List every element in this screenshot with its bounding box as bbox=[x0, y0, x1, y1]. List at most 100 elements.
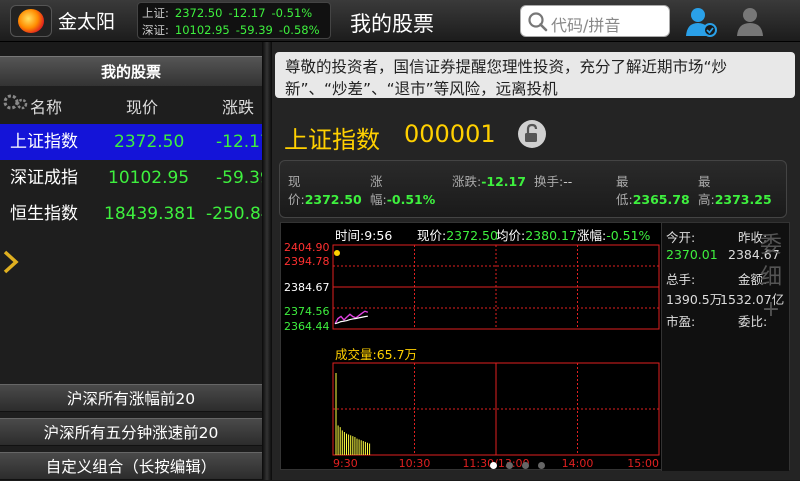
index-row-sz: 深证: 10102.95 -59.39 -0.58% bbox=[142, 22, 326, 38]
page-dot[interactable] bbox=[522, 462, 529, 469]
stock-row-change: -59.39 bbox=[216, 168, 262, 188]
side-tab-detail[interactable]: 细 bbox=[758, 262, 784, 294]
stock-row[interactable]: 上证指数 2372.50 -12.17 bbox=[0, 124, 262, 160]
index-price: 2372.50 bbox=[174, 6, 223, 20]
stock-row-price: 18439.381 bbox=[104, 204, 196, 224]
chart-canvas[interactable]: 2404.902394.78 2384.67 2374.56 2364.44 9:30… bbox=[281, 223, 661, 471]
stock-row-price: 10102.95 bbox=[108, 168, 190, 188]
side-tab-add[interactable]: + bbox=[758, 294, 784, 326]
quote-label: 涨幅: bbox=[370, 174, 387, 207]
quote-value: -0.51% bbox=[386, 192, 436, 207]
x-tick-label: 9:30 bbox=[333, 457, 358, 470]
y-axis: 2404.902394.78 2384.67 2374.56 2364.44 bbox=[284, 241, 330, 333]
col-change[interactable]: 涨跌 bbox=[222, 94, 254, 118]
open-value: 2370.01 bbox=[666, 247, 718, 262]
y-tick-label: 2404.90 bbox=[284, 241, 330, 254]
quote-value: -- bbox=[563, 174, 573, 189]
app-name: 金太阳 bbox=[58, 11, 116, 33]
index-ticker[interactable]: 上证: 2372.50 -12.17 -0.51% 深证: 10102.95 -59.39… bbox=[137, 2, 331, 39]
custom-group-button[interactable]: 自定义组合（长按编辑） bbox=[0, 452, 262, 480]
page-dot[interactable] bbox=[538, 462, 545, 469]
quote-price: 现价:2372.50 bbox=[288, 173, 368, 209]
x-tick-label: 15:00 bbox=[627, 457, 659, 470]
panel-divider[interactable] bbox=[262, 42, 272, 480]
volume-bars bbox=[335, 373, 371, 455]
top-bar: 金太阳 上证: 2372.50 -12.17 -0.51% 深证: 10102.95 -5… bbox=[0, 0, 800, 42]
risk-notice[interactable]: 尊敬的投资者，国信证券提醒您理性投资，充分了解近期市场“炒新”、“炒差”、“退市… bbox=[275, 52, 795, 98]
gear-icon[interactable] bbox=[2, 92, 30, 114]
detail-panel: 尊敬的投资者，国信证券提醒您理性投资，充分了解近期市场“炒新”、“炒差”、“退市… bbox=[272, 42, 800, 480]
current-marker bbox=[334, 250, 340, 256]
quote-low: 最低:2365.78 bbox=[616, 173, 702, 209]
index-pct: -0.58% bbox=[278, 23, 320, 37]
app-logo[interactable] bbox=[10, 5, 52, 37]
side-tab-order[interactable]: 委 bbox=[758, 230, 784, 262]
x-tick-label: 10:30 bbox=[399, 457, 431, 470]
chevron-right-icon[interactable] bbox=[2, 249, 20, 275]
stock-row[interactable]: 深证成指 10102.95 -59.39 bbox=[0, 160, 262, 196]
stock-row-name: 上证指数 bbox=[10, 132, 78, 152]
index-change: -12.17 bbox=[228, 6, 266, 20]
index-name: 深证: bbox=[142, 23, 169, 37]
quote-value: -12.17 bbox=[481, 174, 526, 189]
volume-total-label: 总手: bbox=[666, 272, 696, 287]
stock-row-name: 恒生指数 bbox=[10, 204, 78, 224]
price-grid bbox=[332, 244, 660, 330]
col-price[interactable]: 现价 bbox=[126, 94, 158, 118]
search-placeholder: 代码/拼音 bbox=[551, 16, 621, 35]
chart-avg: 均价:2380.17 bbox=[496, 228, 577, 243]
stock-row-change: -250.84 bbox=[206, 204, 262, 224]
quote-label: 涨跌: bbox=[452, 174, 482, 189]
y-tick-label: 2384.67 bbox=[284, 281, 330, 294]
stock-row-change: -12.17 bbox=[216, 132, 262, 152]
lock-icon[interactable] bbox=[517, 119, 547, 149]
quote-value: 2373.25 bbox=[714, 192, 772, 207]
search-input[interactable]: 代码/拼音 bbox=[520, 5, 670, 37]
stock-name: 上证指数 bbox=[284, 126, 380, 154]
open-label: 今开: bbox=[666, 230, 696, 245]
quote-turnover: 换手:-- bbox=[534, 173, 614, 191]
quote-bar: 现价:2372.50 涨幅:-0.51% 涨跌:-12.17 换手:-- 最低:… bbox=[279, 160, 787, 218]
watchlist-panel: 我的股票 名称 现价 涨跌 上证指数 2372.50 -12.17 深证成指 1… bbox=[0, 56, 262, 480]
quote-pct: 涨幅:-0.51% bbox=[370, 173, 446, 209]
stock-row[interactable]: 恒生指数 18439.381 -250.84 bbox=[0, 196, 262, 232]
top-gainers-button[interactable]: 沪深所有涨幅前20 bbox=[0, 384, 262, 412]
page-dot-active[interactable] bbox=[490, 462, 497, 469]
stock-row-price: 2372.50 bbox=[114, 132, 185, 152]
index-pct: -0.51% bbox=[271, 6, 313, 20]
user-account-icon[interactable] bbox=[683, 6, 719, 38]
y-tick-label: 2374.56 bbox=[284, 305, 330, 318]
fast-movers-button[interactable]: 沪深所有五分钟涨速前20 bbox=[0, 418, 262, 446]
page-indicator bbox=[490, 460, 570, 470]
page-dot[interactable] bbox=[506, 462, 513, 469]
sun-icon bbox=[18, 9, 44, 33]
col-name[interactable]: 名称 bbox=[30, 94, 62, 118]
quote-change: 涨跌:-12.17 bbox=[452, 173, 528, 191]
page-title: 我的股票 bbox=[350, 12, 434, 36]
watchlist-title: 我的股票 bbox=[0, 56, 262, 86]
y-tick-label: 2394.78 bbox=[284, 255, 330, 268]
y-tick-label: 2364.44 bbox=[284, 320, 330, 333]
watchlist-header: 名称 现价 涨跌 bbox=[0, 88, 262, 120]
chart-price: 现价:2372.50 bbox=[417, 228, 498, 243]
pe-label: 市盈: bbox=[666, 314, 696, 329]
search-icon bbox=[528, 12, 548, 32]
chart-time: 时间:9:56 bbox=[335, 228, 392, 243]
intraday-chart[interactable]: 2404.90 2394.78 2384.67 2374.56 2364.44 9:30… bbox=[280, 222, 790, 471]
user-icon[interactable] bbox=[733, 6, 767, 38]
quote-label: 换手: bbox=[534, 174, 564, 189]
volume-total-value: 1390.5万 bbox=[666, 292, 723, 307]
chart-pct: 涨幅:-0.51% bbox=[577, 228, 651, 243]
side-tabs: 委 细 + bbox=[758, 230, 784, 350]
index-row-sh: 上证: 2372.50 -12.17 -0.51% bbox=[142, 5, 318, 21]
volume-grid bbox=[332, 362, 660, 456]
quote-value: 2372.50 bbox=[304, 192, 362, 207]
stock-row-name: 深证成指 bbox=[10, 168, 78, 188]
index-name: 上证: bbox=[142, 6, 169, 20]
quote-value: 2365.78 bbox=[632, 192, 690, 207]
quote-label: 现价: bbox=[288, 174, 305, 207]
quote-label: 最低: bbox=[616, 174, 633, 207]
quote-high: 最高:2373.25 bbox=[698, 173, 784, 209]
index-price: 10102.95 bbox=[174, 23, 230, 37]
quote-label: 最高: bbox=[698, 174, 715, 207]
